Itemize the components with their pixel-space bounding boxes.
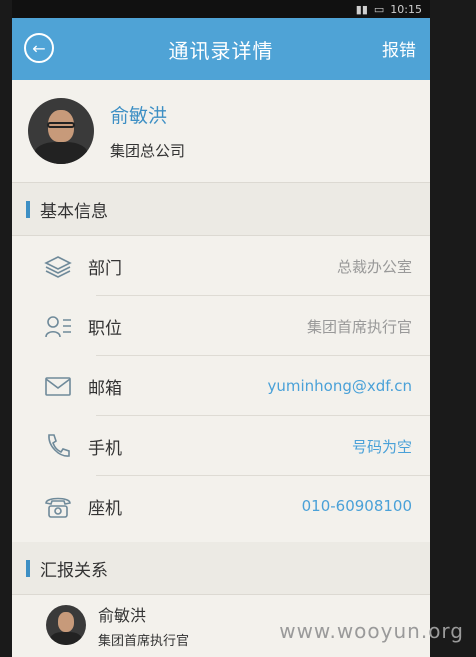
battery-icon: ▭ bbox=[373, 2, 385, 16]
section-header-basic-info: 基本信息 bbox=[12, 183, 430, 236]
id-card-icon bbox=[40, 308, 76, 344]
signal-icon: ▮▮ bbox=[355, 2, 368, 16]
contact-role: 集团首席执行官 bbox=[98, 633, 190, 649]
field-row-department: 部门 总裁办公室 bbox=[12, 236, 430, 296]
mobile-link[interactable]: 号码为空 bbox=[352, 436, 412, 457]
field-label: 手机 bbox=[88, 438, 122, 459]
contact-name: 俞敏洪 bbox=[98, 605, 147, 625]
landline-link[interactable]: 010-60908100 bbox=[302, 497, 412, 515]
back-button[interactable]: ← bbox=[24, 33, 54, 63]
profile-organization: 集团总公司 bbox=[110, 142, 186, 160]
watermark: www.wooyun.org bbox=[279, 619, 464, 643]
layers-icon bbox=[40, 248, 76, 284]
profile-card: 俞敏洪 集团总公司 bbox=[12, 80, 430, 183]
field-value: 总裁办公室 bbox=[336, 257, 412, 276]
avatar bbox=[46, 605, 86, 645]
phone-icon bbox=[40, 428, 76, 464]
app-header: ← 通讯录详情 报错 bbox=[12, 18, 430, 80]
field-row-position: 职位 集团首席执行官 bbox=[12, 296, 430, 356]
phone-screen: ▮▮ ▭ 10:15 ← 通讯录详情 报错 俞敏洪 集团总公司 基本信息 部门 … bbox=[12, 0, 430, 657]
email-link[interactable]: yuminhong@xdf.cn bbox=[268, 377, 413, 395]
field-row-landline: 座机 010-60908100 bbox=[12, 476, 430, 536]
field-label: 部门 bbox=[88, 258, 122, 279]
mail-icon bbox=[40, 368, 76, 404]
section-title: 汇报关系 bbox=[40, 560, 108, 581]
field-label: 邮箱 bbox=[88, 378, 122, 399]
page-title: 通讯录详情 bbox=[168, 38, 274, 63]
arrow-left-icon: ← bbox=[32, 38, 46, 58]
field-label: 座机 bbox=[88, 498, 122, 519]
section-header-report: 汇报关系 bbox=[12, 542, 430, 595]
telephone-icon bbox=[40, 488, 76, 524]
profile-name: 俞敏洪 bbox=[110, 105, 168, 127]
report-error-button[interactable]: 报错 bbox=[382, 36, 416, 61]
avatar bbox=[28, 98, 94, 164]
section-title: 基本信息 bbox=[40, 201, 108, 222]
field-row-mobile: 手机 号码为空 bbox=[12, 416, 430, 476]
status-bar: ▮▮ ▭ 10:15 bbox=[12, 0, 430, 18]
field-label: 职位 bbox=[88, 318, 122, 339]
field-value: 集团首席执行官 bbox=[306, 317, 412, 336]
status-time: 10:15 bbox=[390, 2, 422, 16]
field-row-email: 邮箱 yuminhong@xdf.cn bbox=[12, 356, 430, 416]
